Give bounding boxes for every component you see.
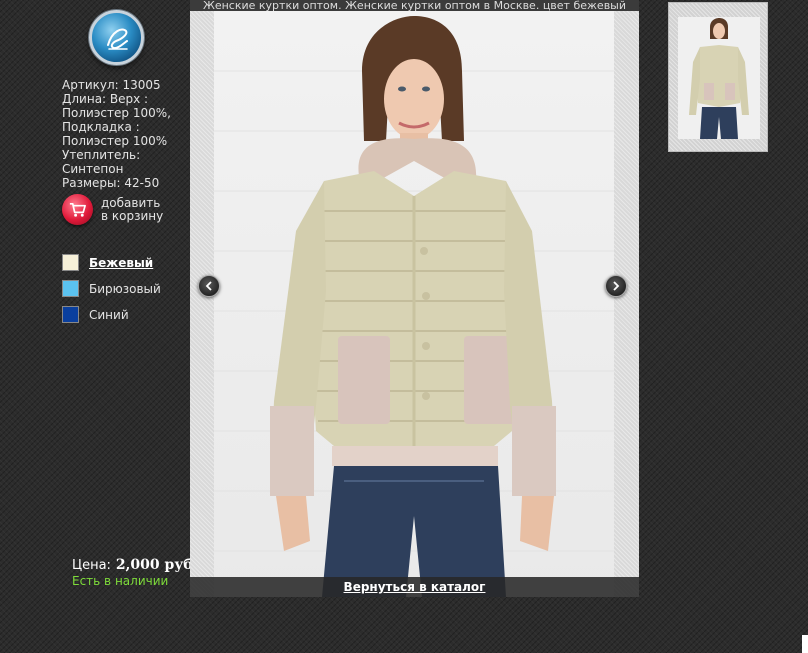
sizes-line: Размеры: 42-50 (62, 176, 160, 190)
article-number: Артикул: 13005 (62, 78, 161, 92)
material-line: Полиэстер 100% (62, 134, 168, 148)
cart-label-line-2: в корзину (101, 208, 164, 223)
cart-icon (62, 194, 93, 225)
color-label: Бирюзовый (89, 281, 161, 296)
material-line: Утеплитель: (62, 148, 141, 162)
prev-image-button[interactable] (198, 275, 220, 297)
chevron-right-icon (613, 281, 620, 291)
thumbnail-image (678, 17, 760, 139)
material-line: Длина: Верх : (62, 92, 149, 106)
viewer-title: Женские куртки оптом. Женские куртки опт… (190, 0, 639, 11)
cart-label-line-1: добавить (101, 195, 161, 210)
material-line: Синтепон (62, 162, 124, 176)
color-swatch (62, 280, 79, 297)
back-bar: Вернуться в каталог (190, 577, 639, 597)
color-option-beige[interactable]: Бежевый (62, 254, 161, 271)
color-swatch (62, 254, 79, 271)
product-info: Артикул: 13005 Длина: Верх : Полиэстер 1… (62, 78, 187, 190)
add-to-cart-button[interactable]: добавить в корзину (62, 194, 171, 225)
back-to-catalog-link[interactable]: Вернуться в каталог (344, 580, 486, 594)
next-image-button[interactable] (605, 275, 627, 297)
logo-icon[interactable] (89, 10, 144, 65)
color-label: Синий (89, 307, 129, 322)
cart-label: добавить в корзину (101, 195, 171, 223)
product-photo[interactable] (214, 11, 614, 597)
color-list: Бежевый Бирюзовый Синий (62, 254, 161, 332)
price-value: 2,000 руб. (115, 557, 198, 573)
color-label: Бежевый (89, 255, 154, 270)
material-line: Подкладка : (62, 120, 140, 134)
color-option-turquoise[interactable]: Бирюзовый (62, 280, 161, 297)
corner-mark (802, 635, 808, 653)
thumbnail[interactable] (668, 2, 768, 152)
material-line: Полиэстер 100%, (62, 106, 171, 120)
availability-status: Есть в наличии (72, 574, 169, 588)
chevron-left-icon (205, 281, 212, 291)
price-label: Цена: (72, 558, 111, 573)
color-option-blue[interactable]: Синий (62, 306, 161, 323)
color-swatch (62, 306, 79, 323)
image-viewer: Женские куртки оптом. Женские куртки опт… (190, 0, 639, 597)
price: Цена: 2,000 руб. (72, 557, 198, 573)
